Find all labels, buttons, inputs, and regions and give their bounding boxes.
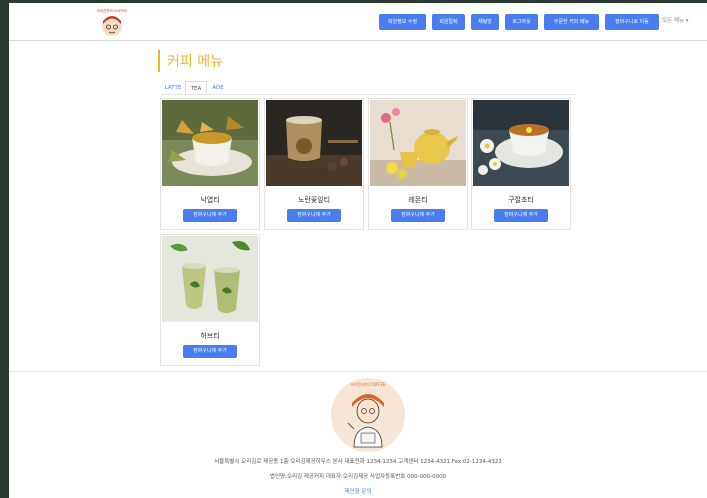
footer-company-info: 법인명:오리김 제공커피 대표자:오리김제공 사업자등록번호 000-000-0…: [269, 474, 447, 480]
page-title: 커피 메뉴: [167, 54, 223, 70]
add-to-cart-button[interactable]: 장바구니에 추가: [183, 209, 237, 222]
chat-room-button[interactable]: 채팅방: [471, 14, 499, 30]
menu-name: 허브티: [200, 332, 220, 340]
tabs-divider: [161, 94, 575, 95]
yellow-flower-tea-image[interactable]: [266, 100, 362, 186]
withdraw-button[interactable]: 회원탈퇴: [432, 14, 465, 30]
menu-name: 노란꽃잎티: [297, 196, 331, 204]
edit-profile-button[interactable]: 회원정보 수정: [379, 14, 426, 30]
menu-name: 낙엽티: [200, 196, 220, 204]
footer-divider: [9, 371, 707, 372]
chrysanthemum-tea-image[interactable]: [473, 100, 569, 186]
footer-inquiry-link[interactable]: 제안형 문의: [9, 487, 707, 495]
logo-text: 오리진커피 COFFEE: [97, 8, 128, 13]
herb-tea-image[interactable]: [162, 236, 258, 322]
go-to-cart-button[interactable]: 장바구니로 이동: [605, 14, 659, 30]
menu-card: 허브티 장바구니에 추가: [160, 234, 260, 366]
menu-name: 레몬티: [408, 196, 428, 204]
footer-logo-text: 오리진커피 COFFEE: [350, 381, 386, 387]
top-header: 오리진커피 COFFEE 회원정보 수정 회원탈퇴 채팅방 로그아웃 주문한 커…: [9, 3, 707, 41]
menu-card: 레몬티 장바구니에 추가: [368, 98, 468, 230]
logout-button[interactable]: 로그아웃: [505, 14, 538, 30]
add-to-cart-button[interactable]: 장바구니에 추가: [391, 209, 445, 222]
add-to-cart-button[interactable]: 장바구니에 추가: [494, 209, 548, 222]
menu-card: 낙엽티 장바구니에 추가: [160, 98, 260, 230]
tab-latte[interactable]: LATTE: [161, 81, 185, 95]
leaf-tea-image[interactable]: [162, 100, 258, 186]
add-to-cart-button[interactable]: 장바구니에 추가: [183, 345, 237, 358]
add-to-cart-button[interactable]: 장바구니에 추가: [287, 209, 341, 222]
all-menu-dropdown[interactable]: 모든 메뉴 ▾: [662, 16, 689, 24]
title-accent-bar: [158, 50, 160, 72]
ordered-menu-button[interactable]: 주문한 커피 메뉴: [544, 14, 599, 30]
footer-address: 서울특별시 오리김로 제공동 1층 오리김제공하우스 본사 대표전화 1234-…: [214, 459, 502, 465]
app-window: 오리진커피 COFFEE 회원정보 수정 회원탈퇴 채팅방 로그아웃 주문한 커…: [9, 3, 707, 498]
lemon-tea-image[interactable]: [370, 100, 466, 186]
footer-logo-icon: 오리진커피 COFFEE: [331, 378, 405, 452]
menu-card: 노란꽃잎티 장바구니에 추가: [264, 98, 364, 230]
tab-tea[interactable]: TEA: [185, 81, 207, 95]
menu-name: 구절초티: [508, 196, 534, 204]
tab-ade[interactable]: ADE: [207, 81, 229, 95]
menu-card: 구절초티 장바구니에 추가: [471, 98, 571, 230]
cafe-logo-icon[interactable]: 오리진커피 COFFEE: [93, 7, 131, 39]
